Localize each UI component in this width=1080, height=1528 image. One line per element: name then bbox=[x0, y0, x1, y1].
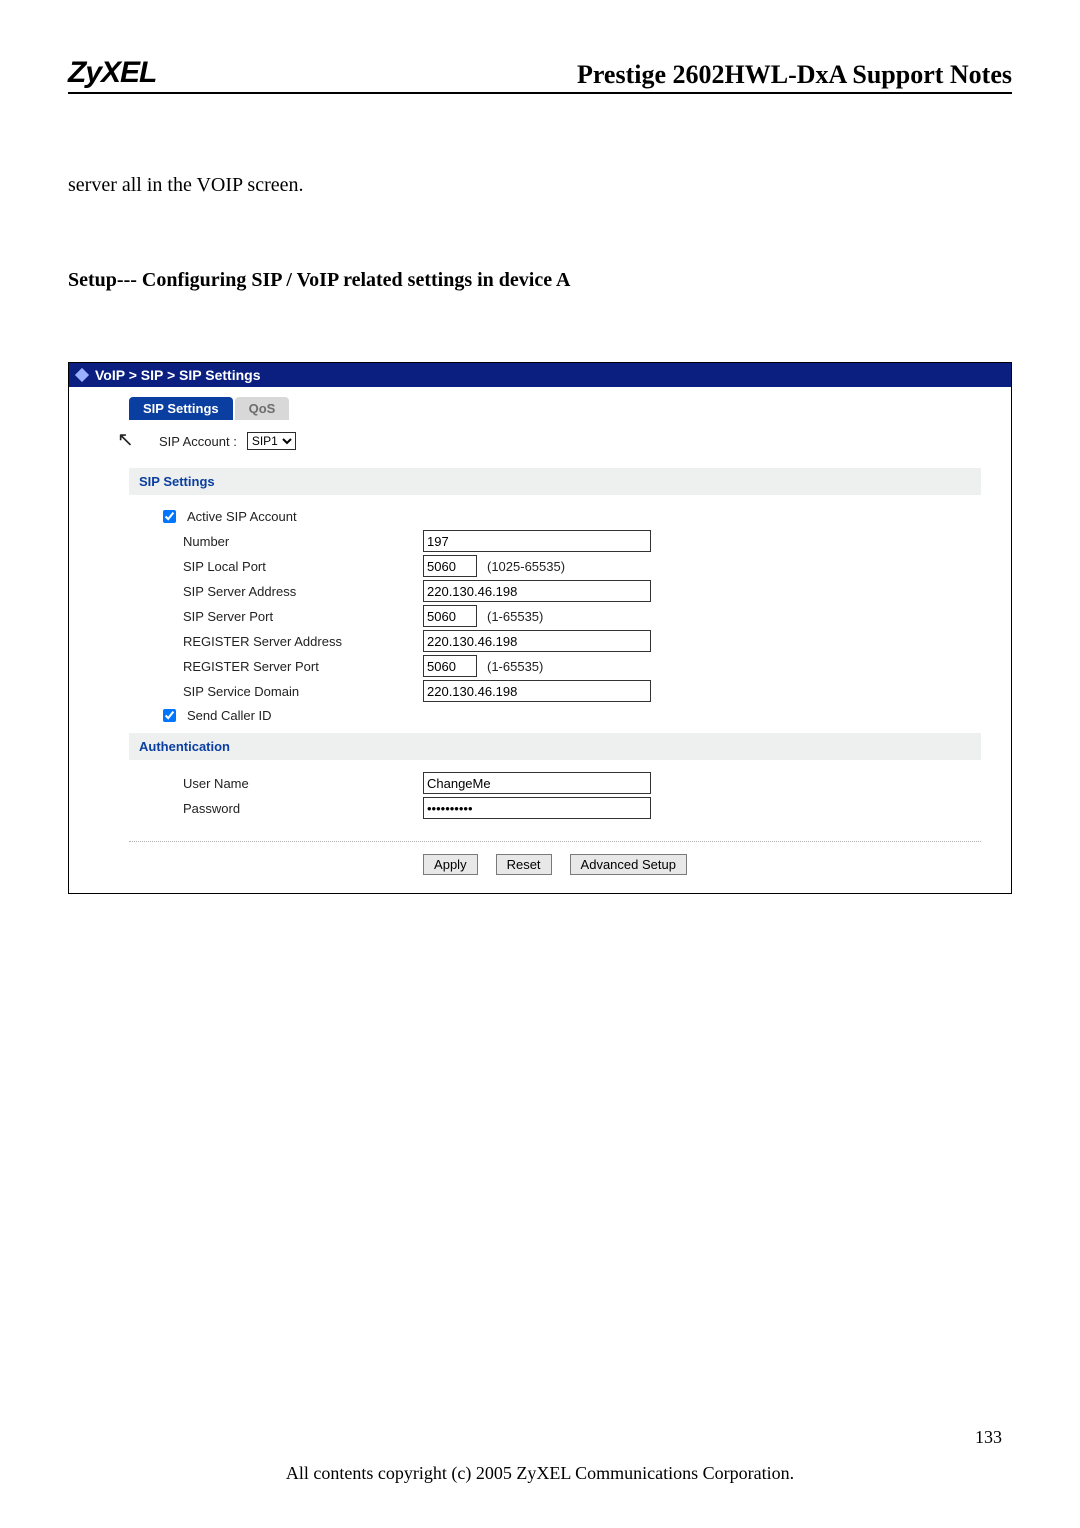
password-input[interactable] bbox=[423, 797, 651, 819]
page-number: 133 bbox=[975, 1427, 1002, 1448]
sip-settings-fields: Active SIP Account Number SIP Local Port… bbox=[159, 507, 981, 725]
sip-service-domain-input[interactable] bbox=[423, 680, 651, 702]
sip-server-address-label: SIP Server Address bbox=[183, 584, 423, 599]
sip-server-port-input[interactable] bbox=[423, 605, 477, 627]
active-sip-checkbox[interactable] bbox=[163, 510, 176, 523]
footer-copyright: All contents copyright (c) 2005 ZyXEL Co… bbox=[0, 1463, 1080, 1484]
register-server-port-input[interactable] bbox=[423, 655, 477, 677]
breadcrumb: VoIP > SIP > SIP Settings bbox=[69, 363, 1011, 387]
sip-local-port-label: SIP Local Port bbox=[183, 559, 423, 574]
mouse-cursor-icon: ↖ bbox=[117, 430, 134, 450]
number-input[interactable] bbox=[423, 530, 651, 552]
sip-service-domain-label: SIP Service Domain bbox=[183, 684, 423, 699]
diamond-icon bbox=[75, 368, 89, 382]
zyxel-logo: ZyXEL bbox=[68, 56, 156, 90]
sip-account-label: SIP Account : bbox=[159, 434, 237, 449]
button-row: Apply Reset Advanced Setup bbox=[129, 841, 981, 875]
group-authentication-header: Authentication bbox=[129, 733, 981, 760]
number-label: Number bbox=[183, 534, 423, 549]
username-label: User Name bbox=[183, 776, 423, 791]
sip-server-port-label: SIP Server Port bbox=[183, 609, 423, 624]
doc-header: ZyXEL Prestige 2602HWL-DxA Support Notes bbox=[68, 56, 1012, 94]
password-label: Password bbox=[183, 801, 423, 816]
doc-title: Prestige 2602HWL-DxA Support Notes bbox=[577, 60, 1012, 90]
config-body: SIP Settings QoS ↖ SIP Account : SIP1 SI… bbox=[69, 387, 1011, 893]
reset-button[interactable]: Reset bbox=[496, 854, 552, 875]
register-server-port-label: REGISTER Server Port bbox=[183, 659, 423, 674]
tab-qos[interactable]: QoS bbox=[235, 397, 290, 420]
advanced-setup-button[interactable]: Advanced Setup bbox=[570, 854, 687, 875]
register-server-port-range: (1-65535) bbox=[487, 659, 543, 674]
register-server-address-label: REGISTER Server Address bbox=[183, 634, 423, 649]
send-caller-id-checkbox[interactable] bbox=[163, 709, 176, 722]
sip-local-port-input[interactable] bbox=[423, 555, 477, 577]
tabs: SIP Settings QoS bbox=[129, 397, 981, 420]
document-page: ZyXEL Prestige 2602HWL-DxA Support Notes… bbox=[0, 0, 1080, 1528]
sip-server-address-input[interactable] bbox=[423, 580, 651, 602]
authentication-fields: User Name Password bbox=[159, 772, 981, 819]
config-screenshot: VoIP > SIP > SIP Settings SIP Settings Q… bbox=[68, 362, 1012, 894]
register-server-address-input[interactable] bbox=[423, 630, 651, 652]
sip-account-row: ↖ SIP Account : SIP1 bbox=[159, 432, 981, 450]
section-heading: Setup--- Configuring SIP / VoIP related … bbox=[68, 269, 1012, 292]
username-input[interactable] bbox=[423, 772, 651, 794]
breadcrumb-text: VoIP > SIP > SIP Settings bbox=[95, 367, 260, 383]
group-sip-settings-header: SIP Settings bbox=[129, 468, 981, 495]
sip-account-select[interactable]: SIP1 bbox=[247, 432, 296, 450]
send-caller-id-label: Send Caller ID bbox=[187, 708, 272, 723]
intro-text: server all in the VOIP screen. bbox=[68, 174, 1012, 197]
sip-server-port-range: (1-65535) bbox=[487, 609, 543, 624]
tab-sip-settings[interactable]: SIP Settings bbox=[129, 397, 233, 420]
sip-local-port-range: (1025-65535) bbox=[487, 559, 565, 574]
active-sip-label: Active SIP Account bbox=[187, 509, 297, 524]
apply-button[interactable]: Apply bbox=[423, 854, 478, 875]
